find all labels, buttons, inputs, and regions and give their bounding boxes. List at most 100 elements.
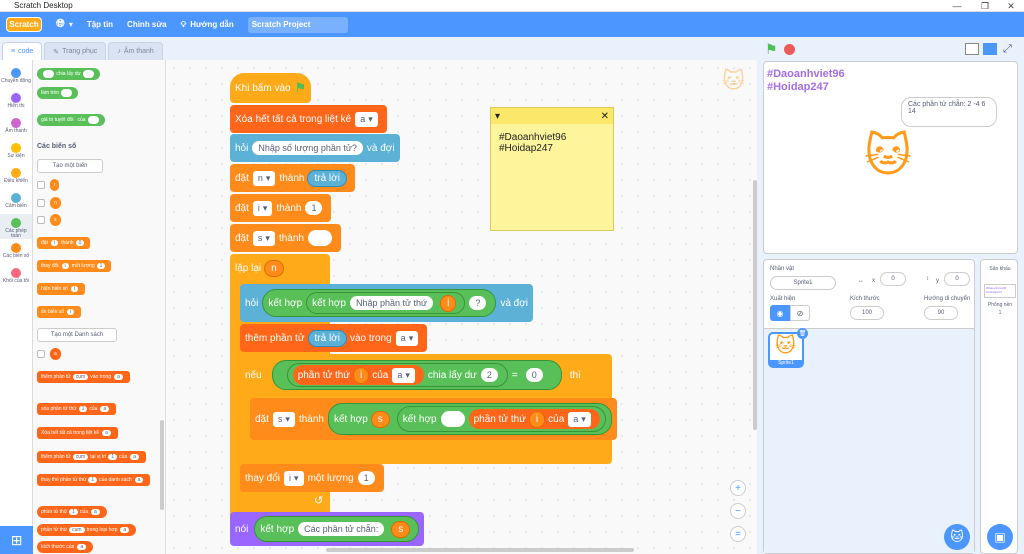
- size-input[interactable]: 100: [850, 306, 884, 320]
- category-events[interactable]: Sự kiện: [0, 139, 32, 164]
- answer-reporter[interactable]: trả lời: [307, 169, 347, 187]
- var-checkbox[interactable]: [37, 199, 45, 207]
- value[interactable]: 1: [78, 406, 88, 412]
- dropdown[interactable]: a: [130, 454, 139, 460]
- show-hidden-button[interactable]: ⊘: [790, 305, 810, 321]
- small-stage-icon[interactable]: [965, 43, 979, 55]
- palette-block-round[interactable]: làm tròn: [37, 87, 79, 99]
- make-variable-button[interactable]: Tạo một biến: [37, 159, 103, 173]
- item-of-block[interactable]: phần tử thứ i của a ▾: [468, 409, 600, 429]
- palette-block-abs[interactable]: giá trị tuyệt đối của: [37, 114, 105, 126]
- category-myblocks[interactable]: Khối của tôi: [0, 264, 32, 289]
- join-inner[interactable]: kết hợp Nhập phần tử thứ i: [306, 292, 466, 314]
- palette-block-index-of[interactable]: phần tử thứ cụm trong loại hợp a: [37, 524, 137, 536]
- equals-block[interactable]: phần tử thứ i của a ▾ chia lấy dư 2 = 0: [271, 360, 562, 390]
- palette-block-delete-all[interactable]: Xóa hết tất cả trong liệt kê a: [37, 427, 118, 439]
- dropdown[interactable]: a: [114, 374, 123, 380]
- delete-all-block[interactable]: Xóa hết tất cả trong liệt kê a ▾: [230, 105, 387, 133]
- var-dropdown[interactable]: i ▾: [252, 200, 273, 216]
- join-outer[interactable]: kết hợp kết hợp Nhập phần tử thứ i?: [262, 289, 497, 317]
- category-operators[interactable]: Các phép toán: [0, 214, 32, 239]
- text-input[interactable]: Nhập phần tử thứ: [349, 296, 434, 310]
- category-sound[interactable]: Âm thanh: [0, 114, 32, 139]
- dropdown[interactable]: a: [91, 509, 100, 515]
- fullscreen-icon[interactable]: ⤢: [1003, 43, 1012, 56]
- ask-block[interactable]: hỏi Nhập số lượng phần tử? và đợi: [230, 134, 400, 162]
- dropdown[interactable]: a: [77, 544, 87, 550]
- palette-block-set[interactable]: đặt i thành 0: [37, 237, 91, 249]
- n-reporter[interactable]: n: [264, 259, 284, 277]
- scratch-logo[interactable]: Scratch: [6, 17, 42, 32]
- palette-block-hide-var[interactable]: ẩn biến số i: [37, 306, 82, 318]
- cat-sprite-icon[interactable]: 🐱︎: [864, 128, 912, 182]
- i-reporter[interactable]: i: [353, 366, 370, 384]
- i-reporter[interactable]: i: [440, 294, 457, 312]
- zoom-reset-button[interactable]: =: [730, 526, 746, 542]
- zoom-out-button[interactable]: −: [730, 503, 746, 519]
- category-sensing[interactable]: Cảm biến: [0, 189, 32, 214]
- i-reporter[interactable]: i: [528, 410, 546, 428]
- when-flag-clicked-block[interactable]: Khi bấm vào ⚑: [230, 73, 312, 103]
- y-input[interactable]: 0: [944, 272, 970, 286]
- delete-sprite-icon[interactable]: 🗑︎: [797, 328, 808, 339]
- var-dropdown[interactable]: i ▾: [284, 470, 304, 486]
- set-s-join-block[interactable]: đặt s ▾ thành kết hợp s kết hợp phần tử thứ i của…: [250, 398, 617, 440]
- zoom-in-button[interactable]: +: [730, 480, 746, 496]
- palette-block-insert[interactable]: thêm phần tử cụm tại vị trí 1 của a: [37, 451, 146, 463]
- empty-value-input[interactable]: [307, 230, 332, 246]
- file-menu[interactable]: Tập tin: [87, 20, 113, 29]
- s-reporter[interactable]: s: [391, 520, 411, 538]
- value-input[interactable]: 2: [480, 368, 498, 382]
- backdrop-thumbnail[interactable]: #Daoanhviet96 #Hoidap247: [984, 284, 1016, 298]
- palette-var-n[interactable]: n: [50, 197, 61, 209]
- palette-scrollbar[interactable]: [160, 420, 164, 510]
- ask-item-block[interactable]: hỏi kết hợp kết hợp Nhập phần tử thứ i? và đợ…: [240, 284, 534, 322]
- stage[interactable]: #Daoanhviet96 #Hoidap247 Các phần tử chẵ…: [763, 61, 1018, 254]
- value[interactable]: cụm: [72, 454, 89, 460]
- set-s-block[interactable]: đặt s ▾ thành: [230, 224, 341, 252]
- mod-block[interactable]: phần tử thứ i của a ▾ chia lấy dư 2: [286, 363, 508, 387]
- stop-icon[interactable]: [783, 43, 795, 55]
- add-backdrop-button[interactable]: ▣: [987, 524, 1013, 550]
- note-body[interactable]: #Daoanhviet96 #Hoidap247: [491, 124, 613, 162]
- show-visible-button[interactable]: ◉: [770, 305, 790, 321]
- palette-var-s[interactable]: s: [50, 214, 61, 226]
- change-i-block[interactable]: thay đổi i ▾ một lượng 1: [240, 464, 384, 492]
- ask-question-input[interactable]: Nhập số lượng phần tử?: [252, 141, 363, 155]
- edit-menu[interactable]: Chỉnh sửa: [127, 20, 167, 29]
- value-input[interactable]: 1: [357, 471, 375, 485]
- project-title-input[interactable]: Scratch Project: [247, 16, 348, 33]
- palette-block-replace[interactable]: thay thế phần tử thứ 1 của danh sách a: [37, 474, 151, 486]
- script-workspace[interactable]: Khi bấm vào ⚑ Xóa hết tất cả trong liệt k…: [166, 60, 757, 554]
- set-i-block[interactable]: đặt i ▾ thành 1: [230, 194, 332, 222]
- tab-costumes[interactable]: ✎ Trang phục: [44, 42, 107, 60]
- dropdown[interactable]: i: [70, 286, 79, 292]
- palette-block-item[interactable]: phần tử thứ 1 của a: [37, 506, 107, 518]
- list-dropdown[interactable]: a ▾: [395, 330, 419, 346]
- value[interactable]: cụm: [69, 527, 85, 533]
- text-input[interactable]: ?: [469, 296, 487, 310]
- tab-sounds[interactable]: ♪ Âm thanh: [108, 42, 163, 60]
- palette-block-change[interactable]: thay đổi i một lượng 1: [37, 260, 112, 272]
- set-n-block[interactable]: đặt n ▾ thành trả lời: [230, 164, 355, 192]
- x-input[interactable]: 0: [880, 272, 906, 286]
- value[interactable]: 1: [88, 477, 98, 483]
- palette-block-mod[interactable]: chia lấy dư: [37, 68, 101, 80]
- value-input[interactable]: 0: [525, 368, 543, 382]
- dropdown[interactable]: i: [67, 309, 75, 315]
- category-motion[interactable]: Chuyển động: [0, 64, 32, 89]
- workspace-v-scrollbar[interactable]: [753, 180, 757, 430]
- minimize-button[interactable]: —: [944, 0, 970, 12]
- value-input[interactable]: 1: [305, 201, 323, 215]
- category-looks[interactable]: Hiển thị: [0, 89, 32, 114]
- join-block[interactable]: kết hợp Các phần tử chẵn: s: [254, 516, 420, 542]
- category-variables[interactable]: Các biến số: [0, 239, 32, 264]
- join-inner[interactable]: kết hợp phần tử thứ i của a ▾: [396, 406, 606, 432]
- palette-block-length[interactable]: kích thước của a: [37, 541, 94, 553]
- sprite-thumbnail[interactable]: 🐱︎ Sprite1 🗑︎: [768, 328, 808, 368]
- palette-list-a[interactable]: a: [50, 348, 61, 360]
- add-answer-block[interactable]: thêm phần tử trả lời vào trong a ▾: [240, 324, 428, 352]
- var-checkbox[interactable]: [37, 181, 45, 189]
- comment-note[interactable]: ▾ ✕ #Daoanhviet96 #Hoidap247: [490, 107, 614, 231]
- value[interactable]: cụm: [72, 374, 89, 380]
